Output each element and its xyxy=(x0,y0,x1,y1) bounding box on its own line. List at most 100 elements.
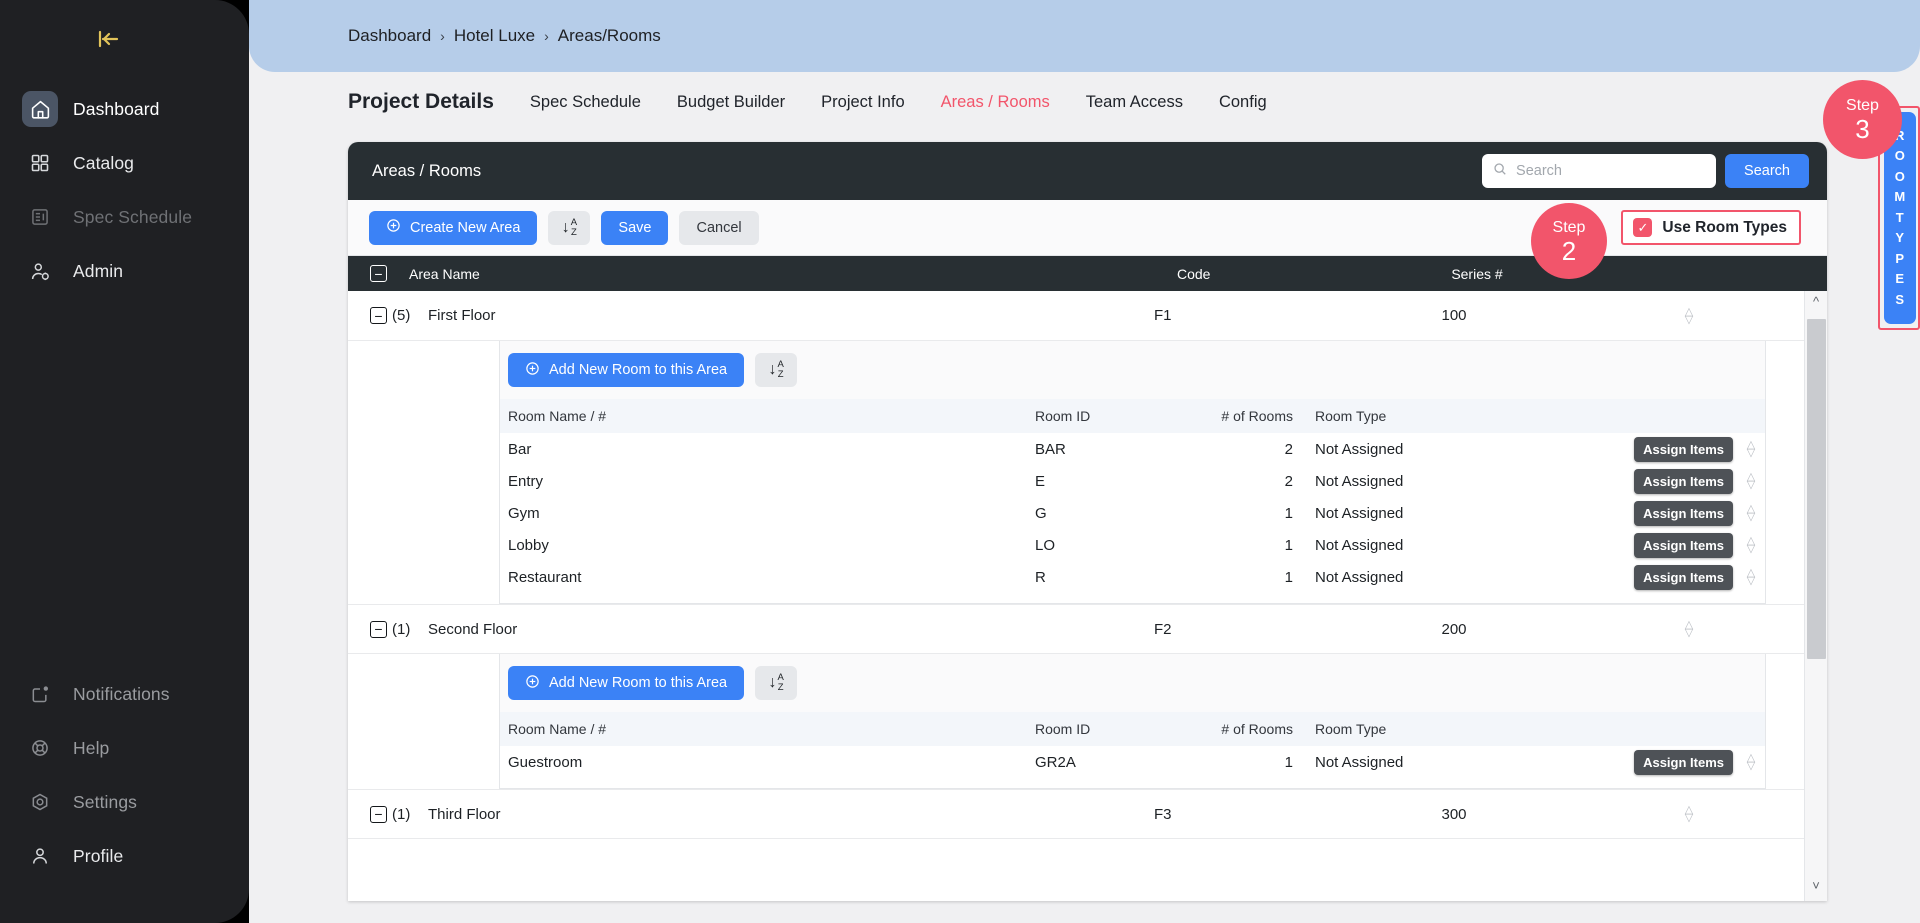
main-content: Dashboard › Hotel Luxe › Areas/Rooms Pro… xyxy=(249,0,1920,923)
search-icon xyxy=(1493,162,1507,181)
reorder-spinner[interactable]: △ ▽ xyxy=(1681,306,1697,325)
room-row[interactable]: Lobby LO 1 Not Assigned Assign Items △ ▽ xyxy=(500,529,1765,561)
add-new-room-button[interactable]: Add New Room to this Area xyxy=(508,666,745,700)
room-row[interactable]: Guestroom GR2A 1 Not Assigned Assign Ite… xyxy=(500,746,1765,778)
collapse-all-icon[interactable]: − xyxy=(370,265,387,282)
tab-config[interactable]: Config xyxy=(1219,93,1267,112)
room-types-letter: E xyxy=(1895,271,1905,287)
assign-items-button[interactable]: Assign Items xyxy=(1634,749,1733,775)
room-type: Not Assigned xyxy=(1315,568,1404,586)
room-count: 2 xyxy=(1284,472,1293,490)
reorder-spinner[interactable]: △ ▽ xyxy=(1743,472,1759,491)
column-header-room-id: Room ID xyxy=(1035,408,1091,424)
app-root: Dashboard Catalog Spec Schedule Admin No… xyxy=(0,0,1920,923)
sidebar-item-catalog[interactable]: Catalog xyxy=(0,136,249,190)
room-row[interactable]: Entry E 2 Not Assigned Assign Items △ ▽ xyxy=(500,465,1765,497)
collapse-panel-icon[interactable] xyxy=(92,22,126,56)
use-room-types-checkbox[interactable]: ✓ Use Room Types xyxy=(1621,210,1801,245)
area-row[interactable]: − (1) Second Floor F2 200 △ ▽ xyxy=(348,604,1804,654)
room-row[interactable]: Bar BAR 2 Not Assigned Assign Items △ ▽ xyxy=(500,433,1765,465)
room-type: Not Assigned xyxy=(1315,536,1404,554)
sidebar-item-spec-schedule[interactable]: Spec Schedule xyxy=(0,190,249,244)
cancel-button[interactable]: Cancel xyxy=(679,210,759,245)
assign-items-button[interactable]: Assign Items xyxy=(1634,500,1733,526)
area-name: Second Floor xyxy=(428,620,518,638)
room-type: Not Assigned xyxy=(1315,753,1404,771)
expand-collapse-icon[interactable]: − xyxy=(370,307,387,324)
reorder-spinner[interactable]: △ ▽ xyxy=(1743,504,1759,523)
reorder-spinner[interactable]: △ ▽ xyxy=(1681,805,1697,824)
reorder-spinner[interactable]: △ ▽ xyxy=(1743,568,1759,587)
scroll-down-icon[interactable]: ˅ xyxy=(1812,875,1820,895)
room-row[interactable]: Restaurant R 1 Not Assigned Assign Items… xyxy=(500,561,1765,593)
assign-items-button[interactable]: Assign Items xyxy=(1634,436,1733,462)
reorder-spinner[interactable]: △ ▽ xyxy=(1743,440,1759,459)
save-button[interactable]: Save xyxy=(601,210,669,245)
reorder-spinner[interactable]: △ ▽ xyxy=(1743,753,1759,772)
search-area: Search xyxy=(1482,154,1809,188)
expand-collapse-icon[interactable]: − xyxy=(370,805,387,823)
vertical-scrollbar[interactable]: ^ ˅ xyxy=(1804,291,1827,901)
gear-hex-icon xyxy=(22,784,58,820)
add-new-room-button[interactable]: Add New Room to this Area xyxy=(508,353,745,387)
areas-scroll-region: − (5) First Floor F1 100 △ ▽ Add New Roo… xyxy=(348,291,1827,901)
assign-items-button[interactable]: Assign Items xyxy=(1634,564,1733,590)
scrollbar-track[interactable] xyxy=(1805,311,1828,875)
breadcrumb-item-areas-rooms[interactable]: Areas/Rooms xyxy=(558,26,661,46)
room-types-letter: S xyxy=(1895,291,1905,307)
tab-spec-schedule[interactable]: Spec Schedule xyxy=(530,93,641,112)
assign-items-button[interactable]: Assign Items xyxy=(1634,468,1733,494)
subpanel-bottom-pad xyxy=(500,778,1765,788)
breadcrumb-item-dashboard[interactable]: Dashboard xyxy=(348,26,431,46)
rooms-subtoolbar: Add New Room to this Area ↓ A Z xyxy=(500,341,1765,399)
room-types-letter: M xyxy=(1894,189,1906,205)
chevron-right-icon: › xyxy=(440,28,445,44)
expand-collapse-icon[interactable]: − xyxy=(370,620,387,638)
create-new-area-label: Create New Area xyxy=(410,219,521,236)
reorder-spinner[interactable]: △ ▽ xyxy=(1681,620,1697,639)
room-name: Restaurant xyxy=(508,568,582,586)
rooms-subpanel: Add New Room to this Area ↓ A Z Room Name … xyxy=(499,341,1766,604)
room-types-letter: T xyxy=(1895,209,1905,225)
tab-areas-rooms[interactable]: Areas / Rooms xyxy=(941,93,1050,112)
scrollbar-thumb[interactable] xyxy=(1806,319,1826,659)
area-code: F2 xyxy=(1154,620,1172,638)
room-row[interactable]: Gym G 1 Not Assigned Assign Items △ ▽ xyxy=(500,497,1765,529)
search-input[interactable] xyxy=(1516,163,1706,179)
sidebar-item-label: Spec Schedule xyxy=(73,206,193,227)
reorder-spinner[interactable]: △ ▽ xyxy=(1743,536,1759,555)
subpanel-bottom-pad xyxy=(500,593,1765,603)
assign-items-button[interactable]: Assign Items xyxy=(1634,532,1733,558)
lifebuoy-icon xyxy=(22,730,58,766)
search-input-box[interactable] xyxy=(1482,154,1717,188)
create-new-area-button[interactable]: Create New Area xyxy=(369,210,538,245)
sidebar-item-help[interactable]: Help xyxy=(0,721,249,775)
breadcrumb: Dashboard › Hotel Luxe › Areas/Rooms xyxy=(348,26,661,46)
search-button[interactable]: Search xyxy=(1725,154,1809,188)
area-name: First Floor xyxy=(428,307,496,324)
areas-list: − (5) First Floor F1 100 △ ▽ Add New Roo… xyxy=(348,291,1804,839)
sort-rooms-button[interactable]: ↓ A Z xyxy=(755,666,798,700)
chevron-right-icon: › xyxy=(544,28,549,44)
room-types-letter: O xyxy=(1894,168,1906,184)
step-2-badge: Step 2 xyxy=(1531,203,1607,279)
column-header-room-name: Room Name / # xyxy=(508,408,607,424)
sidebar-item-profile[interactable]: Profile xyxy=(0,829,249,883)
area-code: F1 xyxy=(1154,307,1172,324)
sidebar-primary-nav: Dashboard Catalog Spec Schedule Admin xyxy=(0,82,249,298)
sort-rooms-button[interactable]: ↓ A Z xyxy=(755,353,798,387)
scroll-up-icon[interactable]: ^ xyxy=(1813,291,1819,311)
tab-team-access[interactable]: Team Access xyxy=(1086,93,1183,112)
area-row[interactable]: − (1) Third Floor F3 300 △ ▽ xyxy=(348,789,1804,839)
sidebar-item-notifications[interactable]: Notifications xyxy=(0,667,249,721)
tab-budget-builder[interactable]: Budget Builder xyxy=(677,93,785,112)
sidebar-item-dashboard[interactable]: Dashboard xyxy=(0,82,249,136)
area-row[interactable]: − (5) First Floor F1 100 △ ▽ xyxy=(348,291,1804,341)
sidebar-item-admin[interactable]: Admin xyxy=(0,244,249,298)
sidebar-item-settings[interactable]: Settings xyxy=(0,775,249,829)
area-code: F3 xyxy=(1154,805,1172,823)
sort-areas-button[interactable]: ↓ A Z xyxy=(548,210,591,245)
tab-project-info[interactable]: Project Info xyxy=(821,93,904,112)
breadcrumb-item-hotel-luxe[interactable]: Hotel Luxe xyxy=(454,26,535,46)
step-number: 3 xyxy=(1855,114,1870,144)
